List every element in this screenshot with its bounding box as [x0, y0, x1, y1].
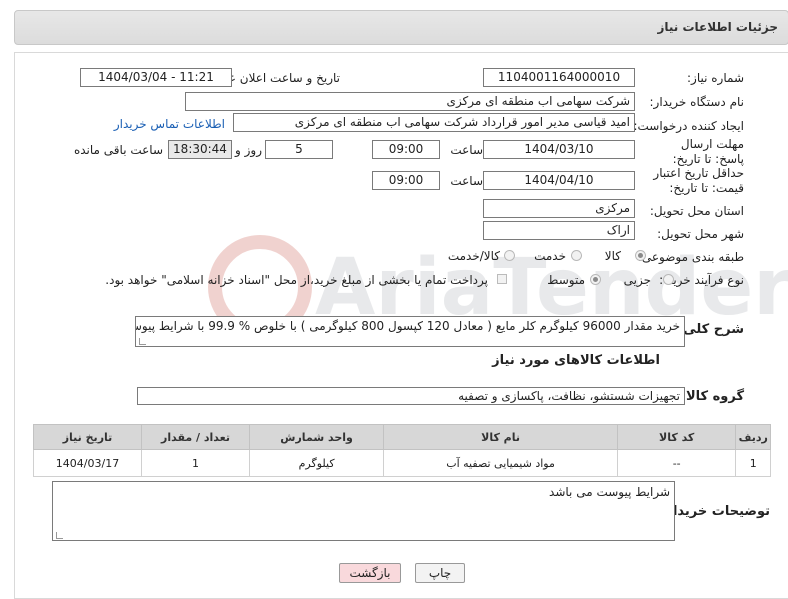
- price-time-field: 09:00: [372, 171, 440, 190]
- days-field: 5: [265, 140, 333, 159]
- price-validity-label: حداقل تاریخ اعتبار قیمت: تا تاریخ:: [653, 166, 744, 195]
- col-quantity: تعداد / مقدار: [141, 424, 250, 450]
- goods-info-title: اطلاعات کالاهای مورد نیاز: [492, 353, 660, 368]
- notes-resize-handle-icon[interactable]: [56, 532, 63, 539]
- table-header-row: ردیف کد کالا نام کالا واحد شمارش تعداد /…: [32, 424, 771, 450]
- goods-group-field: تجهیزات شستشو، نظافت، پاکسازی و تصفیه: [137, 387, 685, 405]
- col-need-date: تاریخ نیاز: [32, 424, 143, 450]
- col-unit: واحد شمارش: [248, 424, 385, 450]
- process-option-minor: جزیی: [623, 273, 651, 287]
- goods-table: ردیف کد کالا نام کالا واحد شمارش تعداد /…: [32, 424, 771, 477]
- cell-goods-name: مواد شیمیایی تصفیه آب: [383, 449, 618, 477]
- cell-unit: کیلوگرم: [248, 449, 385, 477]
- category-radio-goods-service[interactable]: [504, 250, 515, 261]
- reply-deadline-label: مهلت ارسال پاسخ: تا تاریخ:: [672, 137, 744, 166]
- category-option-goods: کالا: [604, 249, 621, 263]
- category-option-service: خدمت: [534, 249, 566, 263]
- reply-time-label: ساعت: [450, 143, 483, 157]
- remaining-time-field: 18:30:44: [168, 140, 232, 159]
- cell-need-date: 1404/03/17: [32, 449, 143, 477]
- table-row[interactable]: 1 -- مواد شیمیایی تصفیه آب کیلوگرم 1 140…: [32, 449, 771, 477]
- buyer-notes-field: شرایط پیوست می باشد: [52, 481, 675, 541]
- buyer-contact-link[interactable]: اطلاعات تماس خریدار: [114, 117, 225, 131]
- process-radio-medium[interactable]: [590, 274, 601, 285]
- buyer-notes-label: توضیحات خریدار:: [660, 504, 770, 519]
- announce-date-field: 1404/03/04 - 11:21: [80, 68, 232, 87]
- need-number-label: شماره نیاز:: [687, 71, 744, 85]
- back-button[interactable]: بازگشت: [339, 563, 401, 583]
- remaining-time-label: ساعت باقی مانده: [73, 143, 163, 157]
- category-radio-service[interactable]: [571, 250, 582, 261]
- treasury-payment-checkbox[interactable]: [497, 274, 507, 284]
- need-number-field: 1104001164000010: [483, 68, 635, 87]
- province-label: استان محل تحویل:: [649, 204, 744, 218]
- reply-time-field: 09:00: [372, 140, 440, 159]
- reply-date-field: 1404/03/10: [483, 140, 635, 159]
- price-time-label: ساعت: [450, 174, 483, 188]
- days-label: روز و: [235, 143, 262, 157]
- price-date-field: 1404/04/10: [483, 171, 635, 190]
- process-option-medium: متوسط: [547, 273, 585, 287]
- creator-field: امید قیاسی مدیر امور قرارداد شرکت سهامی …: [233, 113, 635, 132]
- goods-group-label: گروه کالا:: [680, 389, 744, 404]
- col-goods-code: کد کالا: [616, 424, 737, 450]
- city-field: اراک: [483, 221, 635, 240]
- page-header: جزئیات اطلاعات نیاز: [14, 10, 788, 45]
- province-field: مرکزی: [483, 199, 635, 218]
- category-option-goods-service: کالا/خدمت: [447, 249, 500, 263]
- process-radio-minor[interactable]: [663, 274, 674, 285]
- resize-handle-icon[interactable]: [139, 338, 146, 345]
- creator-label: ایجاد کننده درخواست:: [633, 119, 744, 133]
- col-row-number: ردیف: [735, 424, 771, 450]
- page-title: جزئیات اطلاعات نیاز: [657, 20, 778, 34]
- buyer-org-label: نام دستگاه خریدار:: [649, 95, 745, 109]
- cell-row-number: 1: [735, 449, 771, 477]
- print-button[interactable]: چاپ: [415, 563, 465, 583]
- cell-goods-code: --: [616, 449, 737, 477]
- category-label: طبقه بندی موضوعی:: [637, 250, 744, 264]
- cell-quantity: 1: [141, 449, 250, 477]
- category-radio-goods[interactable]: [635, 250, 646, 261]
- city-label: شهر محل تحویل:: [657, 227, 744, 241]
- col-goods-name: نام کالا: [383, 424, 618, 450]
- description-field: خرید مقدار 96000 کیلوگرم کلر مایع ( معاد…: [135, 316, 685, 347]
- buyer-org-field: شرکت سهامی اب منطقه ای مرکزی: [185, 92, 635, 111]
- treasury-payment-note: پرداخت تمام یا بخشی از مبلغ خرید،از محل …: [105, 273, 488, 287]
